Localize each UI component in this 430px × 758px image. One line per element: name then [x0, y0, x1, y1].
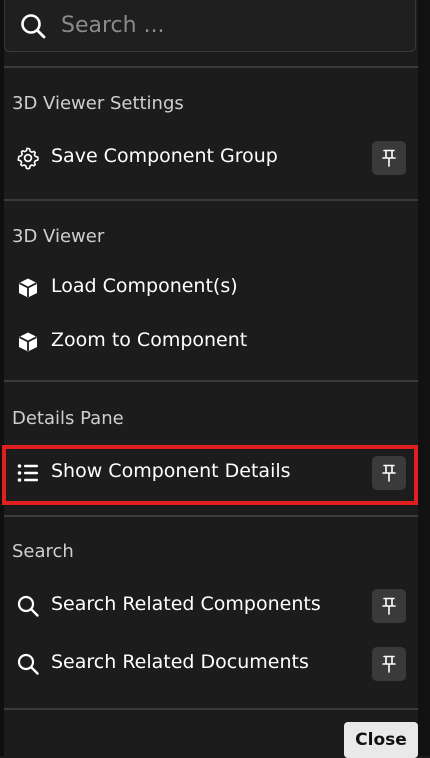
menu-item-zoom-to-component[interactable]: Zoom to Component: [4, 316, 418, 368]
menu-item-load-components[interactable]: Load Component(s): [4, 262, 418, 314]
menu-item-label: Zoom to Component: [51, 329, 248, 351]
cube-icon: [19, 278, 37, 298]
menu-item-label: Load Component(s): [51, 275, 238, 297]
menu-item-search-related-documents[interactable]: Search Related Documents: [4, 638, 418, 690]
menu-item-save-component-group[interactable]: Save Component Group: [4, 132, 418, 184]
panel-scroll-track: [418, 0, 430, 756]
divider: [4, 380, 418, 382]
close-button[interactable]: Close: [344, 722, 418, 758]
pin-icon: [382, 655, 396, 673]
menu-item-label: Search Related Components: [51, 593, 321, 615]
divider: [4, 515, 418, 517]
section-title-3d-viewer-settings: 3D Viewer Settings: [12, 93, 184, 114]
pin-icon: [382, 597, 396, 615]
cube-icon: [19, 332, 37, 352]
pin-button[interactable]: [372, 647, 406, 681]
section-title-3d-viewer: 3D Viewer: [12, 226, 105, 247]
search-icon: [17, 653, 39, 675]
menu-item-label: Search Related Documents: [51, 651, 309, 673]
search-icon: [21, 14, 46, 39]
highlight-box: [2, 445, 418, 505]
section-title-search: Search: [12, 541, 74, 562]
pin-button[interactable]: [372, 141, 406, 175]
divider: [4, 199, 418, 201]
search-box[interactable]: [4, 0, 416, 52]
pin-button[interactable]: [372, 589, 406, 623]
gear-icon: [17, 147, 39, 170]
divider: [4, 708, 418, 710]
command-palette: 3D Viewer Settings Save Component Group …: [0, 0, 430, 758]
divider: [4, 66, 418, 68]
menu-item-search-related-components[interactable]: Search Related Components: [4, 580, 418, 632]
pin-icon: [382, 149, 396, 167]
menu-item-label: Save Component Group: [51, 145, 278, 167]
search-icon: [17, 595, 39, 617]
section-title-details-pane: Details Pane: [12, 408, 124, 429]
search-input[interactable]: [61, 7, 401, 43]
